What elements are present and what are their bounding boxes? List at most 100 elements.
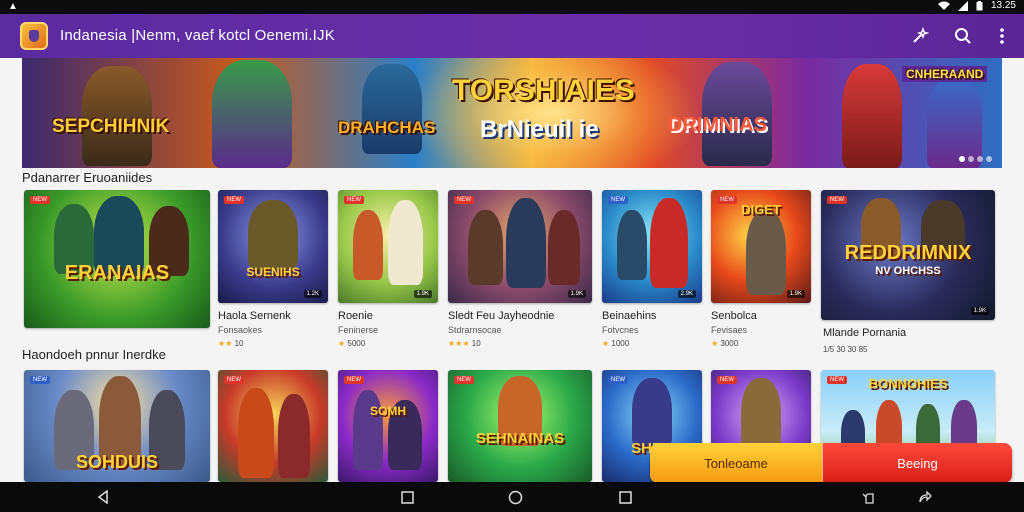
game-thumbnail[interactable]: SEHNAINAS NEW xyxy=(448,370,592,482)
game-name[interactable]: Haola Sernenk xyxy=(218,310,291,322)
clock: 13.25 xyxy=(990,0,1016,11)
game-logo-text: DIGET xyxy=(741,202,781,217)
game-logo-text: SEHNAINAS xyxy=(475,430,565,447)
back-icon[interactable] xyxy=(95,489,111,505)
banner-left-title: SEPCHIHNIK xyxy=(52,116,170,137)
game-genre: Fotvcnes xyxy=(602,325,639,335)
banner-mid-title: DRAHCHAS xyxy=(338,118,436,137)
download-button[interactable]: Tonleoame xyxy=(650,443,822,483)
game-rating: ★ 3000 xyxy=(711,339,739,348)
banner-right-title: DRIMNIAS xyxy=(668,114,767,136)
status-bar: ▲ 13.25 xyxy=(0,0,1024,14)
game-name[interactable]: Beinaehins xyxy=(602,310,656,322)
character-figure xyxy=(650,198,688,288)
character-figure xyxy=(353,210,383,280)
player-count: 1.9K xyxy=(567,290,586,298)
game-rating: 1/5 30 30 85 xyxy=(823,345,868,354)
game-name[interactable]: Roenie xyxy=(338,310,373,322)
game-rating: ★ 1000 xyxy=(602,339,630,348)
new-badge: NEW xyxy=(224,376,244,384)
character-figure xyxy=(506,198,546,288)
game-thumbnail[interactable]: REDDRIMNIX NV OHCHSS NEW 1.9K xyxy=(821,190,995,320)
game-logo-subtext: NV OHCHSS xyxy=(875,265,941,277)
banner-corner-label: CNHERAAND xyxy=(902,66,988,82)
player-count: 1.9K xyxy=(970,307,989,315)
new-badge: NEW xyxy=(454,376,474,384)
game-logo-text: SOHDUIS xyxy=(75,452,158,472)
character-figure xyxy=(238,388,274,478)
square-icon[interactable] xyxy=(399,489,415,505)
game-rating: ★★ 10 xyxy=(218,339,244,348)
app-logo-icon xyxy=(20,22,48,50)
character-figure xyxy=(388,200,423,285)
app-title: Indanesia |Nenm, vaef kotcl Oenemi.IJK xyxy=(60,27,335,44)
new-badge: NEW xyxy=(344,376,364,384)
section-title: Haondoeh pnnur Inerdke xyxy=(22,347,166,362)
banner-hero xyxy=(362,64,422,154)
recents-icon[interactable] xyxy=(617,489,633,505)
new-badge: NEW xyxy=(454,196,474,204)
section-title: Pdanarrer Eruoaniides xyxy=(22,170,153,185)
game-name[interactable]: Sledt Feu Jayheodnie xyxy=(448,310,554,322)
new-badge: NEW xyxy=(608,376,628,384)
game-name[interactable]: Mlande Pornania xyxy=(823,327,906,339)
game-thumbnail[interactable]: NEW 2.9K xyxy=(602,190,702,303)
game-genre: Fevisaes xyxy=(711,325,748,335)
home-icon[interactable] xyxy=(507,489,523,505)
new-badge: NEW xyxy=(827,376,847,384)
magic-wand-icon[interactable] xyxy=(908,24,932,48)
promo-banner[interactable]: SEPCHIHNIK DRAHCHAS TORSHIAIES BrNieuil … xyxy=(22,58,1002,168)
new-badge: NEW xyxy=(30,376,50,384)
signal-icon xyxy=(957,0,968,11)
game-thumbnail[interactable]: SUENIHS NEW 1.2K xyxy=(218,190,328,303)
game-name[interactable]: Senbolca xyxy=(711,310,757,322)
game-thumbnail[interactable]: SOHDUIS NEW xyxy=(24,370,210,482)
wifi-icon xyxy=(937,1,950,10)
banner-hero xyxy=(842,64,902,168)
character-figure xyxy=(741,378,781,453)
game-genre: Feninerse xyxy=(338,325,379,335)
player-count: 1.2K xyxy=(303,290,322,298)
carousel-indicator xyxy=(959,156,992,162)
game-logo-text: BONNOHIES xyxy=(868,376,948,391)
banner-sub-title: BrNieuil ie xyxy=(480,116,599,143)
system-nav-bar xyxy=(0,482,1024,512)
game-thumbnail[interactable]: DIGET NEW 1.9K xyxy=(711,190,811,303)
banner-hero xyxy=(927,78,982,168)
character-figure xyxy=(468,210,503,285)
share-icon[interactable] xyxy=(917,489,933,505)
play-button[interactable]: Beeing xyxy=(822,443,1012,483)
game-thumbnail[interactable]: NEW xyxy=(218,370,328,482)
player-count: 1.9K xyxy=(413,290,432,298)
character-figure xyxy=(278,394,310,478)
search-icon[interactable] xyxy=(951,24,975,48)
character-figure xyxy=(632,378,672,448)
cta-button-group: Tonleoame Beeing xyxy=(650,443,1012,483)
character-figure xyxy=(248,200,298,270)
game-rating: ★★★ 10 xyxy=(448,339,481,348)
more-options-icon[interactable] xyxy=(990,24,1014,48)
new-badge: NEW xyxy=(30,196,50,204)
game-thumbnail[interactable]: NEW 1.9K xyxy=(448,190,592,303)
game-logo-text: SOMH xyxy=(370,404,406,418)
game-genre: Stdrarnsocae xyxy=(448,325,502,335)
new-badge: NEW xyxy=(827,196,847,204)
notification-icon: ▲ xyxy=(8,1,18,12)
character-figure xyxy=(353,390,383,470)
character-figure xyxy=(617,210,647,280)
game-genre: Fonsaokes xyxy=(218,325,263,335)
banner-main-title: TORSHIAIES xyxy=(452,74,635,107)
character-figure xyxy=(548,210,580,285)
gesture-icon[interactable] xyxy=(861,489,877,505)
banner-hero xyxy=(212,60,292,168)
battery-icon xyxy=(976,0,983,10)
game-thumbnail[interactable]: ERANAIAS NEW xyxy=(24,190,210,328)
new-badge: NEW xyxy=(224,196,244,204)
new-badge: NEW xyxy=(717,196,737,204)
app-bar: Indanesia |Nenm, vaef kotcl Oenemi.IJK xyxy=(0,14,1024,58)
game-thumbnail[interactable]: NEW 1.9K xyxy=(338,190,438,303)
player-count: 2.9K xyxy=(677,290,696,298)
game-thumbnail[interactable]: SOMH NEW xyxy=(338,370,438,482)
new-badge: NEW xyxy=(608,196,628,204)
game-logo-text: ERANAIAS xyxy=(64,262,170,284)
